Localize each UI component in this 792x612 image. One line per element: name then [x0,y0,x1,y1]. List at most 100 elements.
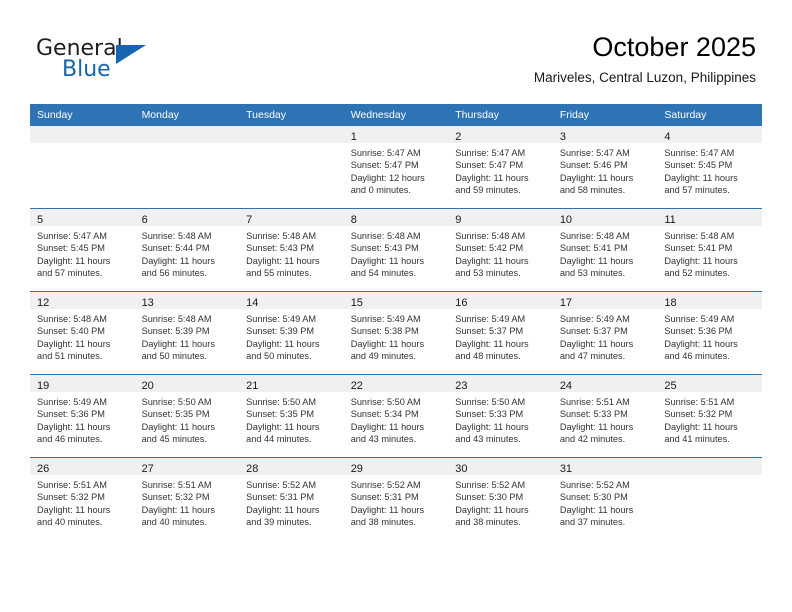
day-detail-line: and 47 minutes. [559,351,626,362]
calendar-header-row: Sunday Monday Tuesday Wednesday Thursday… [30,104,762,126]
day-detail-text: Sunrise: 5:49 AM Sunset: 5:38 PM Daylight:… [344,309,449,363]
day-detail-line: and 53 minutes. [455,268,521,279]
day-detail-line: Sunrise: 5:51 AM [141,480,212,490]
day-detail-text: Sunrise: 5:49 AM Sunset: 5:37 PM Daylight:… [553,309,658,363]
day-detail-line: Daylight: 11 hours [350,421,425,432]
day-detail-line: Sunset: 5:35 PM [141,409,210,420]
day-detail-line: and 46 minutes. [37,434,103,445]
day-detail-line: Sunset: 5:35 PM [246,409,315,420]
calendar-day-cell[interactable]: 12 Sunrise: 5:48 AM Sunset: 5:40 PM Dayligh… [30,291,135,375]
calendar-day-cell[interactable]: 18 Sunrise: 5:49 AM Sunset: 5:36 PM Dayligh… [657,291,762,375]
calendar-day-cell[interactable]: 29 Sunrise: 5:52 AM Sunset: 5:31 PM Dayligh… [343,457,449,540]
day-detail-text: Sunrise: 5:49 AM Sunset: 5:37 PM Daylight:… [448,309,553,363]
day-detail-line: Sunrise: 5:52 AM [246,480,317,490]
calendar-week-row: 12 Sunrise: 5:48 AM Sunset: 5:40 PM Dayligh… [30,291,762,375]
day-detail-text: Sunrise: 5:50 AM Sunset: 5:33 PM Daylight:… [448,392,553,446]
calendar-day-cell[interactable]: 8 Sunrise: 5:48 AM Sunset: 5:43 PM Daylight… [343,208,449,292]
day-number-band: 3 [552,126,658,143]
calendar-day-cell[interactable]: 11 Sunrise: 5:48 AM Sunset: 5:41 PM Dayligh… [657,208,762,292]
calendar-day-cell[interactable]: 27 Sunrise: 5:51 AM Sunset: 5:32 PM Dayligh… [134,457,240,540]
calendar-day-cell[interactable]: 3 Sunrise: 5:47 AM Sunset: 5:46 PM Daylight… [552,126,658,209]
calendar-day-cell[interactable]: 22 Sunrise: 5:50 AM Sunset: 5:34 PM Dayligh… [343,374,449,458]
day-detail-line: Sunset: 5:41 PM [559,243,628,254]
day-number-band: 16 [448,292,553,309]
calendar-day-cell[interactable]: 10 Sunrise: 5:48 AM Sunset: 5:41 PM Dayligh… [552,208,658,292]
calendar-day-cell[interactable]: 1 Sunrise: 5:47 AM Sunset: 5:47 PM Daylight… [343,126,449,209]
day-number-band: 31 [552,458,658,475]
calendar-day-cell[interactable]: 19 Sunrise: 5:49 AM Sunset: 5:36 PM Dayligh… [30,374,135,458]
calendar-day-cell[interactable]: 15 Sunrise: 5:49 AM Sunset: 5:38 PM Dayligh… [343,291,449,375]
day-detail-line: Daylight: 11 hours [455,504,529,515]
day-detail-text: Sunrise: 5:48 AM Sunset: 5:41 PM Daylight:… [657,226,762,280]
weekday-header-sunday: Sunday [30,104,135,126]
day-number: 4 [664,131,671,143]
weekday-header-saturday: Saturday [657,104,762,126]
calendar-day-cell[interactable]: 26 Sunrise: 5:51 AM Sunset: 5:32 PM Dayligh… [30,457,135,540]
day-detail-line: Daylight: 11 hours [559,172,634,183]
calendar-day-cell[interactable]: 4 Sunrise: 5:47 AM Sunset: 5:45 PM Daylight… [657,126,762,209]
calendar-day-cell[interactable]: 30 Sunrise: 5:52 AM Sunset: 5:30 PM Dayligh… [448,457,553,540]
day-detail-text: Sunrise: 5:47 AM Sunset: 5:47 PM Daylight:… [448,143,553,197]
general-blue-logo[interactable]: General Blue [36,36,216,86]
day-detail-line: Sunset: 5:40 PM [37,326,105,337]
day-detail-line: Daylight: 11 hours [559,504,634,515]
day-detail-text [239,143,344,147]
day-number-band: 26 [30,458,135,475]
calendar-day-cell[interactable]: 25 Sunrise: 5:51 AM Sunset: 5:32 PM Dayligh… [657,374,762,458]
day-detail-line: Sunset: 5:39 PM [246,326,315,337]
calendar-day-cell[interactable]: 21 Sunrise: 5:50 AM Sunset: 5:35 PM Dayligh… [239,374,344,458]
page-header: General Blue October 2025 Mariveles, Cen… [0,0,792,104]
day-detail-line: Sunrise: 5:47 AM [350,148,421,158]
day-detail-line: Daylight: 11 hours [455,421,529,432]
day-detail-line: Sunrise: 5:52 AM [559,480,630,490]
day-detail-line: Daylight: 11 hours [664,255,738,266]
day-number: 27 [141,463,154,475]
calendar-day-cell[interactable]: 31 Sunrise: 5:52 AM Sunset: 5:30 PM Dayligh… [552,457,658,540]
calendar-day-cell[interactable]: 17 Sunrise: 5:49 AM Sunset: 5:37 PM Dayligh… [552,291,658,375]
day-number: 30 [455,463,468,475]
calendar-day-cell[interactable]: 16 Sunrise: 5:49 AM Sunset: 5:37 PM Dayligh… [448,291,553,375]
day-detail-line: Sunset: 5:45 PM [664,160,733,171]
calendar-day-cell[interactable]: 14 Sunrise: 5:49 AM Sunset: 5:39 PM Dayligh… [239,291,344,375]
calendar-day-cell[interactable]: 20 Sunrise: 5:50 AM Sunset: 5:35 PM Dayligh… [134,374,240,458]
calendar-day-cell[interactable]: 5 Sunrise: 5:47 AM Sunset: 5:45 PM Daylight… [30,208,135,292]
day-detail-text: Sunrise: 5:48 AM Sunset: 5:43 PM Daylight:… [344,226,449,280]
day-detail-line: Daylight: 11 hours [141,504,215,515]
day-number: 26 [37,463,50,475]
day-detail-line: Daylight: 11 hours [350,338,425,349]
day-detail-line: and 37 minutes. [559,517,626,528]
day-detail-line: Sunset: 5:37 PM [455,326,524,337]
day-number-band: 6 [134,209,240,226]
day-detail-line: and 50 minutes. [141,351,207,362]
day-detail-line: and 51 minutes. [37,351,103,362]
day-detail-line: Daylight: 11 hours [246,255,320,266]
calendar-day-cell[interactable]: 24 Sunrise: 5:51 AM Sunset: 5:33 PM Dayligh… [552,374,658,458]
day-detail-line: and 54 minutes. [350,268,417,279]
day-number-band: 13 [134,292,240,309]
day-detail-line: Sunrise: 5:48 AM [37,314,107,324]
day-number-band: 17 [552,292,658,309]
day-detail-line: Sunset: 5:30 PM [455,492,524,503]
calendar-day-cell[interactable]: 6 Sunrise: 5:48 AM Sunset: 5:44 PM Daylight… [134,208,240,292]
calendar-day-cell[interactable]: 2 Sunrise: 5:47 AM Sunset: 5:47 PM Daylight… [448,126,553,209]
day-number: 11 [664,214,676,226]
day-number-band: 21 [239,375,344,392]
day-number: 14 [246,297,259,309]
day-number-band: 14 [239,292,344,309]
day-detail-line: Daylight: 11 hours [559,338,634,349]
day-detail-line: Daylight: 11 hours [37,255,111,266]
sunrise-sunset-calendar: Sunday Monday Tuesday Wednesday Thursday… [30,104,762,540]
calendar-day-cell[interactable]: 9 Sunrise: 5:48 AM Sunset: 5:42 PM Daylight… [448,208,553,292]
day-number-band: 29 [343,458,449,475]
day-detail-line: Daylight: 11 hours [455,255,529,266]
calendar-day-cell[interactable]: 23 Sunrise: 5:50 AM Sunset: 5:33 PM Dayligh… [448,374,553,458]
calendar-day-cell[interactable]: 7 Sunrise: 5:48 AM Sunset: 5:43 PM Daylight… [239,208,344,292]
day-detail-line: Daylight: 11 hours [559,421,634,432]
calendar-day-cell[interactable]: 28 Sunrise: 5:52 AM Sunset: 5:31 PM Dayligh… [239,457,344,540]
day-number-band: 28 [239,458,344,475]
day-detail-text: Sunrise: 5:49 AM Sunset: 5:36 PM Daylight:… [657,309,762,363]
calendar-day-cell[interactable]: 13 Sunrise: 5:48 AM Sunset: 5:39 PM Dayligh… [134,291,240,375]
day-detail-line: Sunrise: 5:48 AM [246,231,317,241]
day-detail-line: Sunrise: 5:49 AM [664,314,735,324]
calendar-day-cell-empty [657,457,762,540]
